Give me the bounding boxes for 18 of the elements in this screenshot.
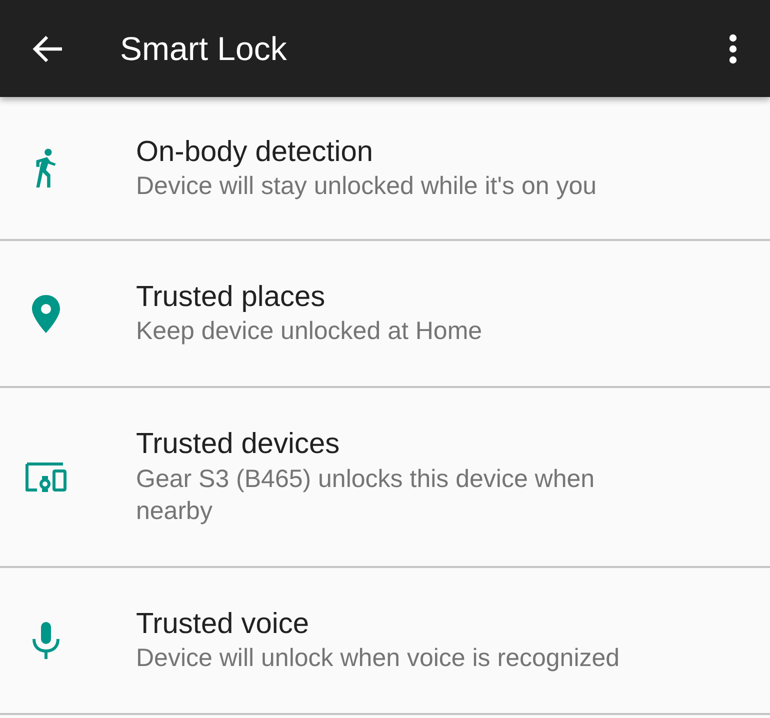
item-title: Trusted places — [136, 280, 326, 316]
item-summary: Gear S3 (B465) unlocks this device when nearby — [136, 464, 596, 528]
item-title: On-body detection — [136, 134, 374, 170]
settings-item[interactable]: Trusted voice Device will unlock when voice is recognized — [0, 568, 770, 715]
item-summary: Device will stay unlocked while it's on you — [136, 170, 597, 202]
settings-item[interactable]: Trusted devices Gear S3 (B465) unlocks this device when nearby — [0, 388, 770, 568]
settings-item[interactable]: On-body detection Device will stay unlocked while it's on you — [0, 97, 770, 241]
more-options-button[interactable] — [728, 34, 738, 64]
location-pin-icon — [32, 294, 60, 332]
item-title: Trusted voice — [136, 607, 310, 642]
microphone-icon — [32, 622, 60, 660]
back-button[interactable] — [32, 34, 64, 62]
item-summary: Device will unlock when voice is recognized — [136, 643, 620, 674]
devices-icon — [25, 462, 67, 492]
item-title: Trusted devices — [136, 427, 341, 462]
item-summary: Keep device unlocked at Home — [136, 316, 482, 348]
screen-title: Smart Lock — [120, 28, 287, 69]
settings-item[interactable]: Trusted places Keep device unlocked at Home — [0, 241, 770, 388]
